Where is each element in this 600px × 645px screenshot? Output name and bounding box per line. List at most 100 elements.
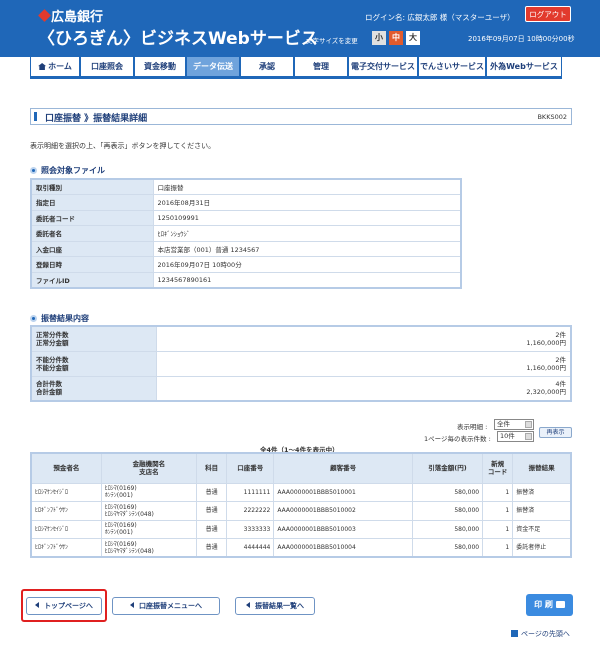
table-row: 入金口座 本店営業部（001）普通 1234567 [30, 240, 462, 257]
file-section-title-label: 照会対象ファイル [41, 166, 105, 175]
chevron-left-icon [246, 602, 250, 608]
top-page-button-label: トップページへ [44, 602, 93, 610]
login-user-label: ログイン名: 広銀太郎 様（マスターユーザ） [365, 13, 515, 22]
section-bullet-icon [30, 167, 37, 174]
cell-account: 1111111 [226, 482, 275, 502]
summary-count: 2件 [555, 355, 566, 364]
transfer-menu-button-label: 口座振替メニューへ [139, 602, 202, 610]
cell-amount: 580,000 [411, 519, 484, 539]
cell-branch-name: ﾋﾛｼﾏﾔﾏﾀﾞｼﾃﾝ(048) [104, 547, 154, 555]
col-header-label: 新規 コード [487, 460, 508, 477]
cell-amount: 580,000 [411, 538, 484, 558]
cell-amount: 580,000 [411, 482, 484, 502]
summary-key: 合計件数 合計金額 [30, 375, 157, 402]
per-page-value: 10件 [500, 432, 515, 440]
info-value: 口座振替 [152, 178, 462, 195]
info-key: 委託者名 [30, 225, 154, 242]
bank-name: 広島銀行 [51, 10, 104, 25]
cell-result: 振替済 [512, 501, 572, 521]
arrow-up-icon [511, 630, 518, 637]
nav-densai[interactable]: でんさいサービス [418, 57, 486, 77]
cell-new-code: 1 [482, 519, 514, 539]
cell-customer: AAA0000001BBB5010001 [273, 482, 413, 502]
home-icon [38, 63, 47, 70]
table-row: ﾋﾛｷﾞﾝﾌﾄﾞｳｻﾝ ﾋﾛｼﾏ(0169) ﾋﾛｼﾏﾔﾏﾀﾞｼﾃﾝ(048) 普… [30, 501, 572, 521]
cell-depositor: ﾋﾛｼﾏｹﾝｾｲｼﾞﾛ [30, 519, 102, 539]
nav-e-delivery[interactable]: 電子交付サービス [348, 57, 418, 77]
font-size-medium-button[interactable]: 中 [389, 31, 403, 45]
chevron-left-icon [35, 602, 40, 608]
result-list-button-label: 振替結果一覧へ [255, 602, 304, 610]
info-value: 本店営業部（001）普通 1234567 [152, 240, 462, 257]
cell-bank-name: ﾋﾛｼﾏ(0169) [104, 503, 137, 511]
cell-result: 資金不足 [512, 519, 572, 539]
col-header-label: 口座番号 [237, 464, 264, 473]
table-header-row: 預金者名 金融機関名 支店名 科目 口座番号 顧客番号 引落金額(円) 新規 コ… [30, 452, 572, 484]
col-header-account: 口座番号 [226, 452, 275, 484]
heading-bar [34, 112, 37, 121]
summary-count: 4件 [555, 380, 566, 389]
cell-bank: ﾋﾛｼﾏ(0169) ﾋﾛｼﾏﾔﾏﾀﾞｼﾃﾝ(048) [100, 538, 198, 558]
info-key: 入金口座 [30, 240, 154, 257]
nav-divider [30, 77, 562, 79]
col-header-new-code: 新規 コード [482, 452, 514, 484]
result-list-button[interactable]: 振替結果一覧へ [235, 597, 315, 615]
cell-bank: ﾋﾛｼﾏ(0169) ﾎﾝﾃﾝ(001) [100, 482, 198, 502]
bank-logo[interactable]: 広島銀行 [38, 6, 104, 25]
chevron-down-icon [525, 421, 532, 428]
info-key: 登録日時 [30, 256, 154, 273]
font-size-small-button[interactable]: 小 [372, 31, 386, 45]
nav-fund-transfer[interactable]: 資金移動 [134, 57, 186, 77]
nav-data-transmission[interactable]: データ伝送 [186, 57, 240, 77]
table-row: 登録日時 2016年09月07日 10時00分 [30, 256, 462, 273]
table-row: 取引種別 口座振替 [30, 178, 462, 195]
table-row: 委託者コード 1250109991 [30, 209, 462, 226]
cell-account: 2222222 [226, 501, 275, 521]
top-page-button[interactable]: トップページへ [26, 597, 102, 615]
col-header-label: 振替結果 [528, 464, 555, 473]
redisplay-button[interactable]: 再表示 [539, 427, 572, 438]
cell-customer: AAA0000001BBB5010002 [273, 501, 413, 521]
nav-management[interactable]: 管理 [294, 57, 348, 77]
table-row: 指定日 2016年08月31日 [30, 194, 462, 211]
cell-branch-name: ﾎﾝﾃﾝ(001) [104, 492, 133, 500]
cell-type: 普通 [196, 519, 228, 539]
bank-logo-icon [38, 9, 51, 22]
per-page-select[interactable]: 10件 [497, 431, 534, 442]
info-key: 取引種別 [30, 178, 154, 195]
info-value: 2016年09月07日 10時00分 [152, 256, 462, 273]
info-key: 指定日 [30, 194, 154, 211]
print-button[interactable]: 印 刷 [526, 594, 573, 616]
summary-value: 2件 1,160,000円 [155, 325, 572, 352]
summary-count: 2件 [555, 330, 566, 339]
transfer-result-table: 預金者名 金融機関名 支店名 科目 口座番号 顧客番号 引落金額(円) 新規 コ… [30, 452, 572, 558]
cell-account: 3333333 [226, 519, 275, 539]
col-header-label: 科目 [205, 464, 219, 473]
transfer-menu-button[interactable]: 口座振替メニューへ [112, 597, 220, 615]
font-size-label: 文字サイズを変更 [306, 37, 358, 45]
nav-home[interactable]: ホーム [30, 57, 80, 77]
detail-filter-value: 全件 [497, 420, 510, 428]
app-header: 広島銀行 〈ひろぎん〉ビジネスWebサービス ログイン名: 広銀太郎 様（マスタ… [0, 0, 600, 57]
cell-depositor: ﾋﾛｼﾏｹﾝｾｲｼﾞﾛ [30, 482, 102, 502]
table-row: ﾋﾛｼﾏｹﾝｾｲｼﾞﾛ ﾋﾛｼﾏ(0169) ﾎﾝﾃﾝ(001) 普通 11111… [30, 482, 572, 502]
page-top-link[interactable]: ページの先頭へ [511, 629, 570, 639]
detail-filter-select[interactable]: 全件 [494, 419, 534, 430]
nav-account-inquiry[interactable]: 口座照会 [80, 57, 134, 77]
cell-type: 普通 [196, 538, 228, 558]
nav-approval[interactable]: 承認 [240, 57, 294, 77]
cell-account: 4444444 [226, 538, 275, 558]
font-size-large-button[interactable]: 大 [406, 31, 420, 45]
file-section-title: 照会対象ファイル [30, 165, 105, 176]
nav-forex-web[interactable]: 外為Webサービス [486, 57, 562, 77]
table-row: 合計件数 合計金額 4件 2,320,000円 [30, 375, 572, 402]
col-header-depositor: 預金者名 [30, 452, 102, 484]
info-key: ファイルID [30, 271, 154, 288]
detail-filter-label: 表示明細 : [457, 423, 488, 431]
cell-branch-name: ﾋﾛｼﾏﾔﾏﾀﾞｼﾃﾝ(048) [104, 510, 154, 518]
cell-depositor: ﾋﾛｷﾞﾝﾌﾄﾞｳｻﾝ [30, 538, 102, 558]
info-value: 1234567890161 [152, 271, 462, 288]
logout-button[interactable]: ログアウト [525, 6, 571, 22]
cell-bank: ﾋﾛｼﾏ(0169) ﾎﾝﾃﾝ(001) [100, 519, 198, 539]
printer-icon [555, 601, 565, 608]
